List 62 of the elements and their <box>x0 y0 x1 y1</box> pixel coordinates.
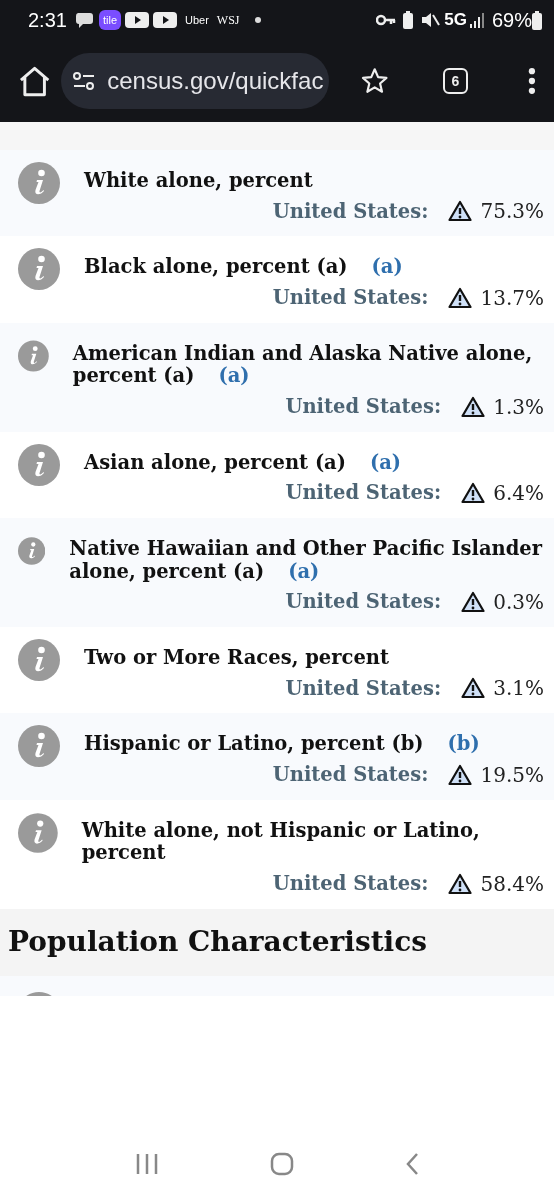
footnote-link[interactable]: (a) <box>370 450 402 474</box>
address-bar[interactable]: census.gov/quickfac <box>61 53 330 109</box>
battery-icon <box>402 10 415 30</box>
row-title: Asian alone, percent (a) (a) <box>84 449 403 475</box>
key-icon <box>376 14 397 26</box>
mute-icon <box>420 11 441 29</box>
clock-time: 2:31 <box>28 8 67 33</box>
value-label: United States: <box>272 762 429 789</box>
dot-icon <box>253 16 262 24</box>
more-menu-icon[interactable] <box>528 67 536 95</box>
section-heading: Population Characteristics <box>0 908 554 977</box>
app-badge: tile <box>98 10 121 30</box>
footnote-link[interactable]: (a) <box>288 559 320 583</box>
play-icon <box>153 11 177 29</box>
warning-icon <box>448 286 473 309</box>
battery-percent: 69% <box>491 8 532 33</box>
site-settings-icon <box>73 72 96 90</box>
recent-apps-icon[interactable] <box>135 1153 160 1175</box>
battery-icon <box>532 10 542 30</box>
value-label: United States: <box>285 589 442 616</box>
warning-icon <box>461 395 486 418</box>
value-label: United States: <box>272 198 429 225</box>
footnote-link[interactable]: (a) <box>371 255 403 279</box>
value-label: United States: <box>285 480 442 507</box>
value-text: 1.3% <box>493 393 544 421</box>
app-label: WSJ <box>216 12 240 29</box>
back-icon[interactable] <box>404 1152 419 1176</box>
value-label: United States: <box>285 394 442 421</box>
signal-icon <box>469 12 484 28</box>
value-label: United States: <box>272 285 429 312</box>
warning-icon <box>461 590 486 613</box>
value-label: United States: <box>285 675 442 702</box>
value-text: 6.4% <box>493 480 544 508</box>
row-title: Two or More Races, percent <box>84 644 390 670</box>
warning-icon <box>448 763 473 786</box>
row-title: White alone, not Hispanic or Latino, percent <box>81 817 481 865</box>
value-text: 13.7% <box>480 284 544 312</box>
row-title: Black alone, percent (a) (a) <box>84 254 404 279</box>
value-text: 75.3% <box>480 198 544 226</box>
row-title: American Indian and Alaska Native alone, percent (a) (a) <box>72 340 534 388</box>
warning-icon <box>448 200 473 223</box>
chat-bubble-icon <box>74 11 95 29</box>
value-label: United States: <box>272 871 429 897</box>
footnote-link[interactable]: (b) <box>447 732 480 756</box>
play-icon <box>125 11 149 29</box>
value-text: 58.4% <box>480 870 544 898</box>
row-title: Hispanic or Latino, percent (b) (b) <box>84 731 481 756</box>
star-icon[interactable] <box>361 67 389 95</box>
warning-icon <box>461 482 486 505</box>
value-text: 19.5% <box>480 761 544 789</box>
network-label: 5G <box>444 9 467 32</box>
value-text: 3.1% <box>493 675 544 703</box>
row-title: White alone, percent <box>84 168 314 193</box>
value-text: 0.3% <box>493 588 544 616</box>
app-label: Uber <box>185 12 209 28</box>
tab-count-button[interactable]: 6 <box>442 68 469 94</box>
home-icon[interactable] <box>18 65 52 97</box>
home-button-icon[interactable] <box>270 1152 294 1176</box>
warning-icon <box>461 677 486 700</box>
row-title: Native Hawaiian and Other Pacific Islander alone, percent (a) (a) <box>69 536 544 583</box>
warning-icon <box>448 872 473 895</box>
footnote-link[interactable]: (a) <box>218 364 250 388</box>
